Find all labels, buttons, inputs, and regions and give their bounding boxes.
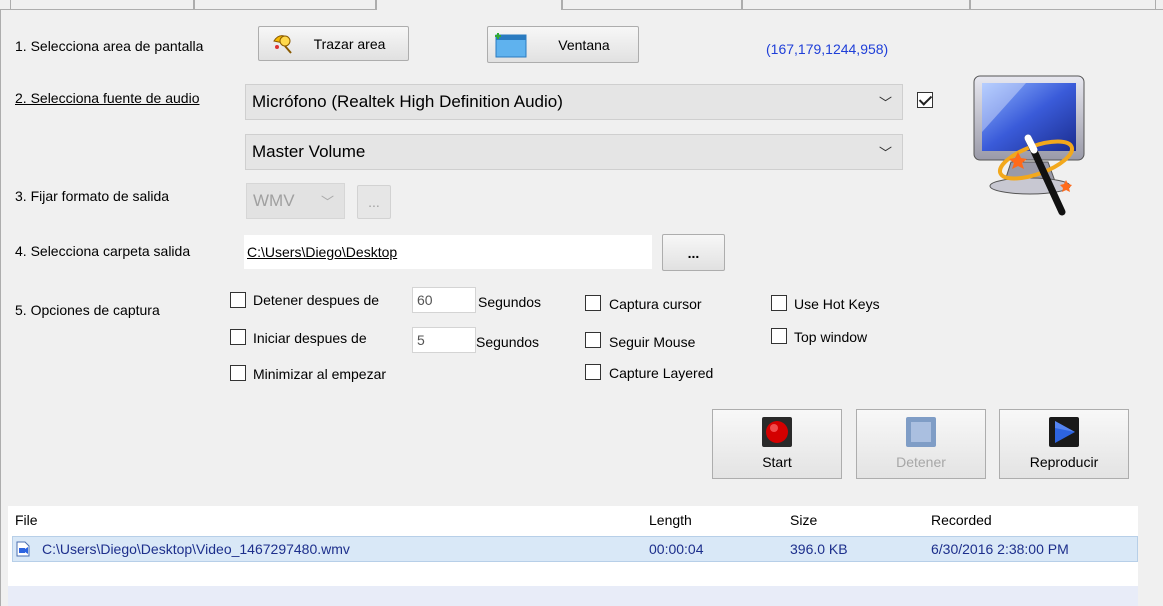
trace-area-label: Trazar area [313,35,386,52]
area-coords: (167,179,1244,958) [766,41,889,57]
format-options-label: ... [368,194,380,210]
stop-after-checkbox[interactable] [230,292,246,308]
trace-area-button[interactable]: Trazar area [258,26,409,61]
file-path: C:\Users\Diego\Desktop\Video_1467297480.… [42,541,350,557]
step5-label: 5. Opciones de captura [15,302,160,318]
window-left-border [0,9,1,606]
browse-folder-button[interactable]: ... [662,234,725,271]
play-label: Reproducir [1029,454,1099,470]
follow-mouse-checkbox[interactable] [585,332,601,348]
start-label: Start [762,454,792,470]
top-window-checkbox[interactable] [771,328,787,344]
minimize-label: Minimizar al empezar [253,366,387,382]
stop-button[interactable]: Detener [856,409,986,479]
start-button[interactable]: Start [712,409,842,479]
step4-label: 4. Selecciona carpeta salida [15,243,191,259]
stop-after-seconds-input[interactable]: 60 [412,287,476,313]
file-recorded: 6/30/2016 2:38:00 PM [931,541,1069,557]
column-header-length[interactable]: Length [649,512,692,528]
record-icon [762,417,792,447]
capture-cursor-checkbox[interactable] [585,295,601,311]
step1-label: 1. Selecciona area de pantalla [15,38,204,54]
screen-recorder-logo [973,75,1085,216]
browse-folder-label: ... [687,244,700,261]
start-after-checkbox[interactable] [230,329,246,345]
audio-mixer-value: Master Volume [252,142,366,161]
stop-after-label: Detener despues de [253,292,380,308]
stop-after-unit: Segundos [478,294,542,310]
window-button[interactable]: Ventana [487,26,639,63]
format-options-button[interactable]: ... [357,185,391,219]
list-empty-area [8,586,1138,606]
window-icon [495,33,527,58]
start-after-label: Iniciar despues de [253,330,367,346]
play-icon [1049,417,1079,447]
step2-label[interactable]: 2. Selecciona fuente de audio [15,90,199,106]
stop-label: Detener [896,454,946,470]
file-length: 00:00:04 [649,541,704,557]
step3-label: 3. Fijar formato de salida [15,188,170,204]
table-row[interactable]: C:\Users\Diego\Desktop\Video_1467297480.… [12,536,1138,562]
tab-active[interactable] [376,0,562,10]
capture-layered-checkbox[interactable] [585,364,601,380]
capture-cursor-label: Captura cursor [609,296,702,312]
hot-keys-checkbox[interactable] [771,295,787,311]
follow-mouse-label: Seguir Mouse [609,334,696,350]
audio-source-value: Micrófono (Realtek High Definition Audio… [252,92,563,111]
trace-area-icon [273,35,292,54]
stop-icon [906,417,936,447]
play-button[interactable]: Reproducir [999,409,1129,479]
column-header-size[interactable]: Size [790,512,817,528]
tab-panel-border [0,9,1163,10]
column-header-file[interactable]: File [15,512,38,528]
minimize-checkbox[interactable] [230,365,246,381]
file-size: 396.0 KB [790,541,848,557]
start-after-seconds-input[interactable]: 5 [412,327,476,353]
audio-mixer-select[interactable]: Master Volume ﹀ [245,134,903,170]
list-right-gutter [1138,506,1163,606]
chevron-down-icon: ﹀ [878,145,892,161]
chevron-down-icon: ﹀ [878,95,892,111]
output-folder-field[interactable]: C:\Users\Diego\Desktop [244,235,652,269]
window-label: Ventana [558,36,610,53]
audio-enabled-checkbox[interactable] [917,92,933,108]
chevron-down-icon: ﹀ [320,194,334,210]
column-header-recorded[interactable]: Recorded [931,512,992,528]
capture-layered-label: Capture Layered [609,365,714,381]
start-after-unit: Segundos [476,334,540,350]
output-format-select[interactable]: WMV ﹀ [246,183,345,219]
hot-keys-label: Use Hot Keys [794,296,880,312]
audio-source-select[interactable]: Micrófono (Realtek High Definition Audio… [245,84,903,120]
output-format-value: WMV [253,191,295,210]
top-window-label: Top window [794,329,868,345]
video-file-icon [16,541,30,557]
